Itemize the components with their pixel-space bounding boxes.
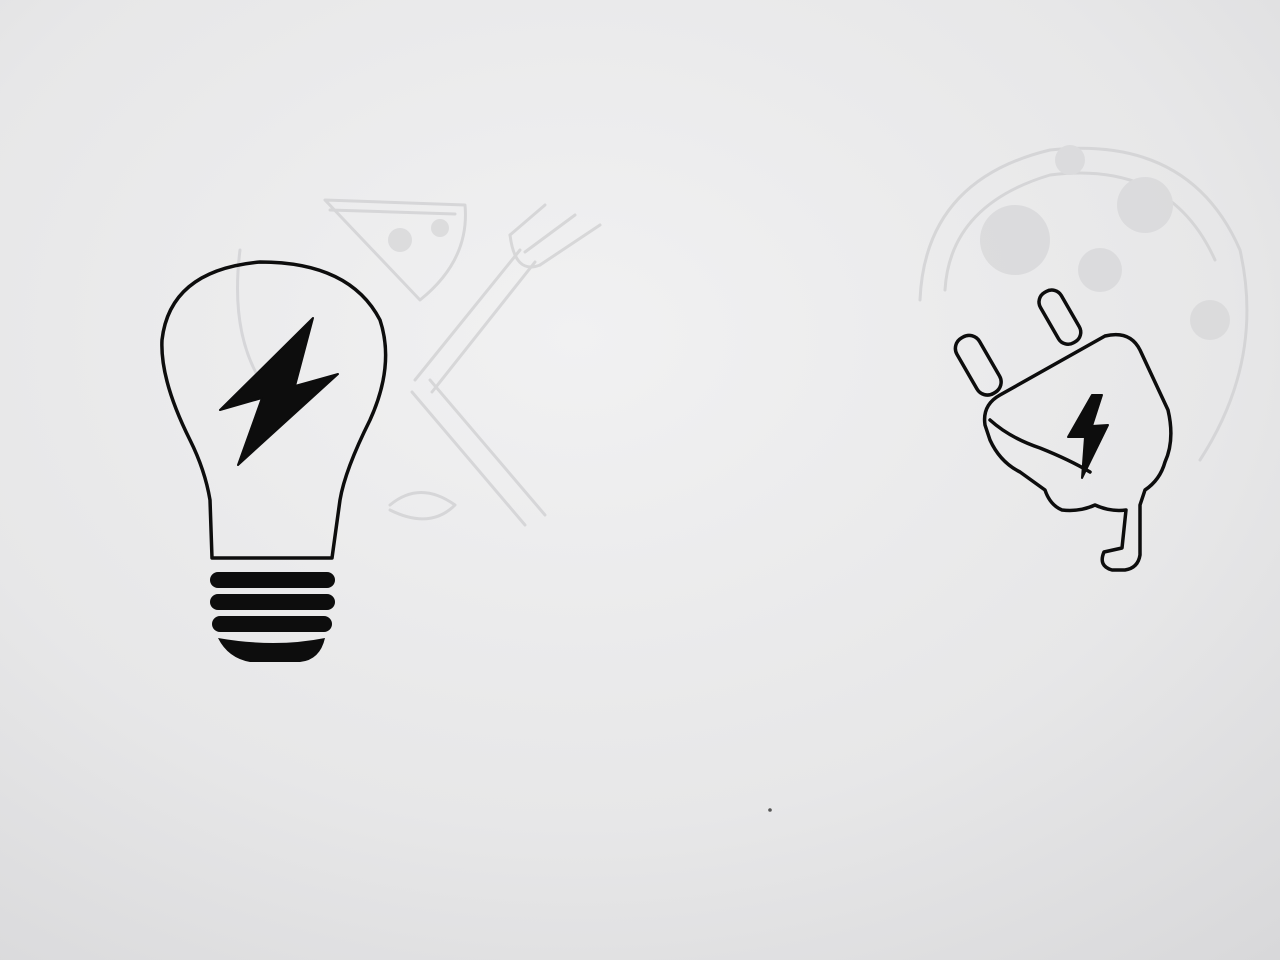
paper-background — [0, 0, 1280, 960]
paper-speck — [768, 808, 772, 812]
sketch-canvas — [0, 0, 1280, 960]
bulb-base — [210, 572, 335, 662]
paper-photo — [0, 0, 1280, 960]
